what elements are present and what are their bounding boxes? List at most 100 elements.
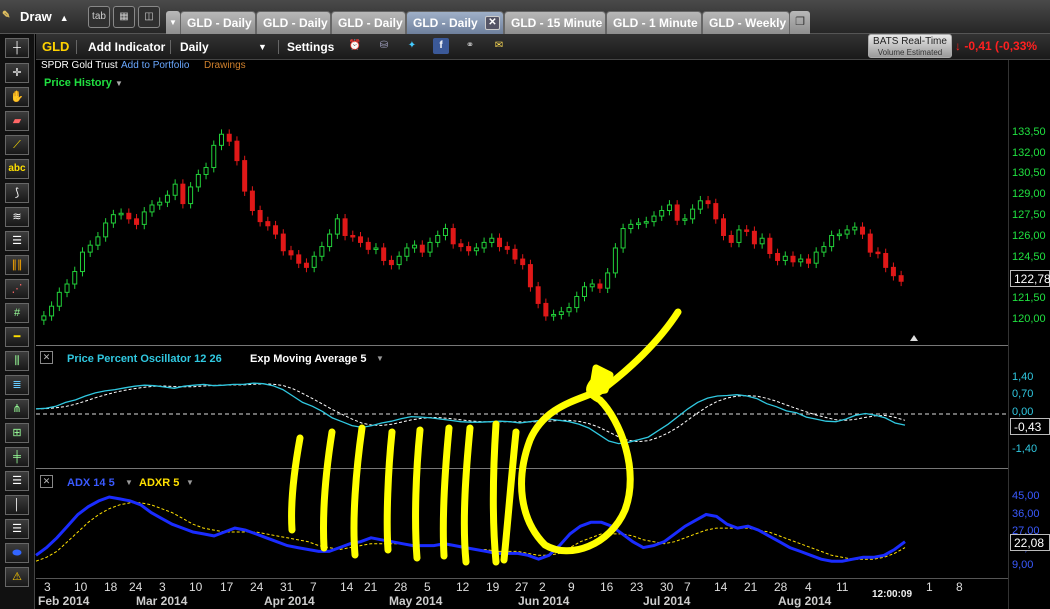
candle-body xyxy=(612,247,618,274)
candle-body xyxy=(404,247,410,257)
candle-body xyxy=(875,251,881,255)
day-tick-label: 14 xyxy=(714,580,728,594)
candle-body xyxy=(126,212,132,220)
candle-body xyxy=(373,247,379,250)
candle-body xyxy=(728,234,734,243)
day-tick-label: 11 xyxy=(836,580,849,594)
day-tick-label: 28 xyxy=(774,580,788,594)
candle-body xyxy=(87,244,93,253)
day-tick-label: 9 xyxy=(568,580,575,594)
candle-body xyxy=(396,255,402,266)
candle-body xyxy=(898,275,904,282)
adx-line xyxy=(35,495,906,563)
candle-body xyxy=(249,190,255,212)
yellow-annotation-stroke xyxy=(439,424,453,560)
candle-body xyxy=(636,222,642,225)
candle-body xyxy=(257,210,263,223)
candle-body xyxy=(226,133,232,142)
candle-body xyxy=(682,218,688,221)
candle-body xyxy=(705,200,711,205)
day-tick-label: 3 xyxy=(159,580,166,594)
candle-body xyxy=(157,201,163,206)
candle-body xyxy=(759,237,765,245)
day-tick-label: 4 xyxy=(805,580,812,594)
candle-body xyxy=(535,286,541,304)
chart-window: ✎ Draw ▲ tab ▦ ◫ ▼ GLD - Daily GLD - Dail… xyxy=(0,0,1050,609)
candle-body xyxy=(72,271,78,285)
candle-body xyxy=(829,234,835,248)
month-tick-label: Jun 2014 xyxy=(518,594,570,608)
candle-body xyxy=(821,246,827,253)
day-tick-label: 31 xyxy=(280,580,294,594)
day-tick-label: 21 xyxy=(744,580,758,594)
candle-body xyxy=(110,214,116,224)
chart-canvas[interactable] xyxy=(0,0,1050,609)
candle-body xyxy=(188,186,194,205)
candle-body xyxy=(195,173,201,188)
candle-body xyxy=(767,237,773,255)
candle-body xyxy=(311,255,317,268)
candle-body xyxy=(319,246,325,257)
day-tick-label: 10 xyxy=(189,580,203,594)
candle-body xyxy=(543,302,549,317)
candle-body xyxy=(597,283,603,289)
candle-body xyxy=(713,203,719,220)
candle-body xyxy=(497,237,503,248)
candle-body xyxy=(844,229,850,235)
candle-body xyxy=(489,237,495,243)
candle-body xyxy=(574,295,580,309)
candle-body xyxy=(690,208,696,220)
candle-body xyxy=(805,258,811,264)
candle-body xyxy=(813,251,819,264)
candle-body xyxy=(527,264,533,288)
day-tick-label: 27 xyxy=(515,580,529,594)
day-tick-label: 30 xyxy=(660,580,674,594)
candle-body xyxy=(458,243,464,248)
candle-body xyxy=(149,204,155,213)
candle-body xyxy=(296,254,302,264)
candle-body xyxy=(64,283,70,293)
candle-body xyxy=(520,258,526,266)
candle-body xyxy=(504,246,510,250)
day-tick-label: 3 xyxy=(44,580,51,594)
yellow-annotation-stroke xyxy=(350,424,366,559)
candle-body xyxy=(427,241,433,253)
candle-body xyxy=(860,226,866,235)
candle-body xyxy=(273,225,279,235)
yellow-annotation-stroke xyxy=(588,364,614,396)
candle-body xyxy=(327,233,333,248)
yellow-annotation-stroke xyxy=(412,426,424,562)
candle-body xyxy=(775,253,781,261)
day-tick-label: 24 xyxy=(129,580,143,594)
candle-body xyxy=(473,247,479,252)
candle-body xyxy=(651,215,657,223)
day-tick-label: 7 xyxy=(684,580,691,594)
candle-body xyxy=(605,272,611,289)
month-tick-label: Aug 2014 xyxy=(778,594,832,608)
candle-body xyxy=(551,314,557,317)
candle-body xyxy=(790,255,796,263)
yellow-annotation-stroke xyxy=(500,428,520,564)
candle-body xyxy=(218,133,224,146)
day-tick-label: 12 xyxy=(456,580,470,594)
candle-body xyxy=(666,204,672,212)
day-tick-label: 10 xyxy=(74,580,88,594)
day-tick-label: 24 xyxy=(250,580,264,594)
candle-body xyxy=(736,229,742,243)
candle-body xyxy=(118,212,124,216)
time-readout: 12:00:09 xyxy=(872,589,913,600)
candle-body xyxy=(79,251,85,273)
candle-body xyxy=(643,221,649,224)
candle-body xyxy=(342,218,348,236)
candle-body xyxy=(435,234,441,243)
day-tick-label: 17 xyxy=(220,580,234,594)
candle-body xyxy=(242,160,248,192)
candle-body xyxy=(381,247,387,261)
candle-body xyxy=(450,228,456,245)
yellow-annotation-stroke xyxy=(288,434,304,534)
candle-body xyxy=(481,241,487,249)
candle-body xyxy=(512,248,518,260)
candle-body xyxy=(41,315,47,321)
yellow-annotation-stroke xyxy=(518,376,634,555)
month-tick-label: Mar 2014 xyxy=(136,594,188,608)
